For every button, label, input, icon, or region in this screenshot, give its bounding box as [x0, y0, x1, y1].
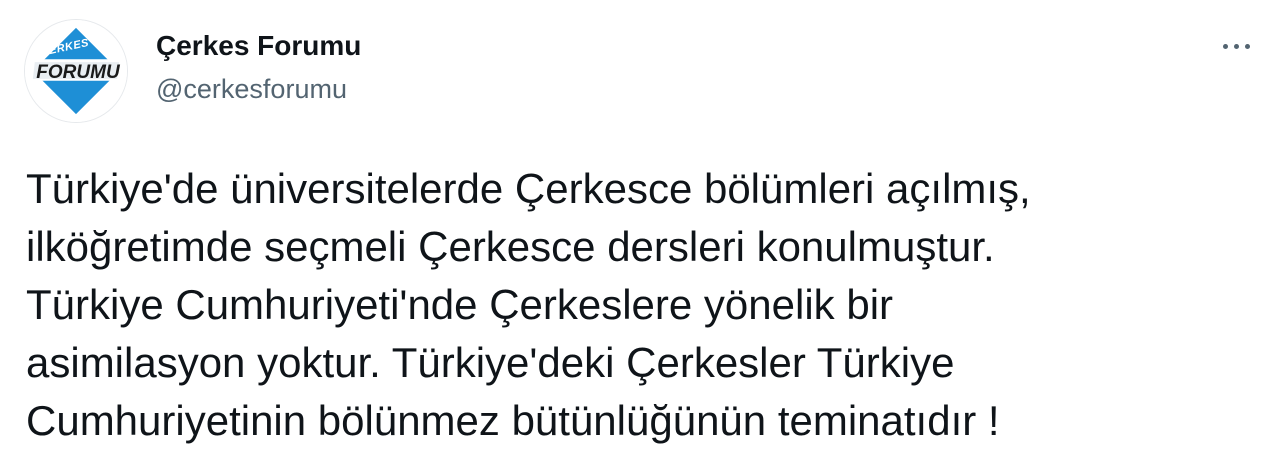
tweet-text-line: ilköğretimde seçmeli Çerkesce dersleri k…	[26, 223, 995, 270]
avatar[interactable]: ÇERKES FORUMU	[24, 19, 128, 123]
more-horizontal-icon-dot	[1233, 43, 1239, 49]
tweet-text: Türkiye'de üniversitelerde Çerkesce bölü…	[26, 160, 1266, 450]
tweet-text-line: Türkiye Cumhuriyeti'nde Çerkeslere yönel…	[26, 281, 894, 328]
more-horizontal-icon	[1222, 43, 1228, 49]
tweet-text-line: Türkiye'de üniversitelerde Çerkesce bölü…	[26, 165, 1031, 212]
tweet-text-line: Cumhuriyetinin bölünmez bütünlüğünün tem…	[26, 397, 1000, 444]
author-handle[interactable]: @cerkesforumu	[156, 74, 347, 105]
more-horizontal-icon-dot	[1244, 43, 1250, 49]
author-display-name[interactable]: Çerkes Forumu	[156, 30, 361, 62]
tweet-text-line: asimilasyon yoktur. Türkiye'deki Çerkesl…	[26, 339, 955, 386]
tweet-card: ÇERKES FORUMU Çerkes Forumu @cerkesforum…	[0, 0, 1280, 475]
logo-main-text: FORUMU	[36, 62, 120, 83]
more-options-button[interactable]	[1212, 28, 1260, 64]
